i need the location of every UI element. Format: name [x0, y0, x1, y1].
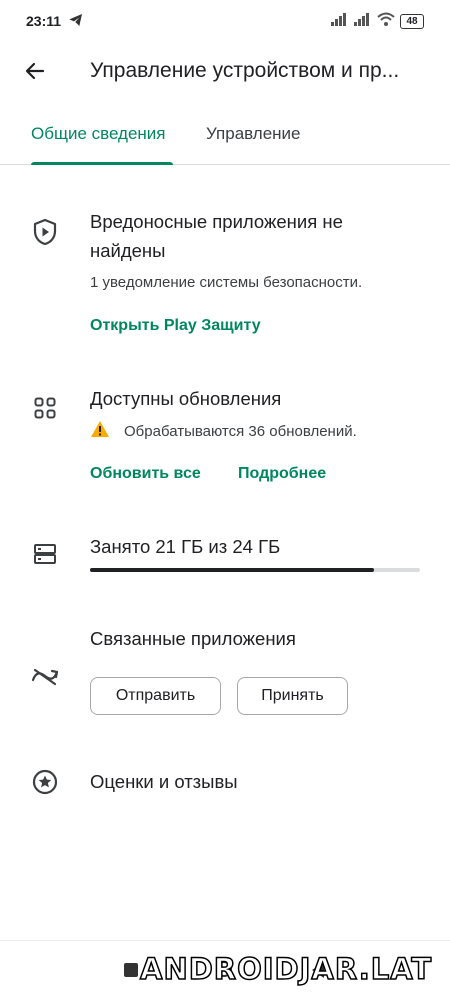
tab-manage[interactable]: Управление [206, 124, 301, 144]
sync-disabled-icon [31, 662, 59, 690]
linked-apps-title: Связанные приложения [90, 628, 296, 649]
ratings-title: Оценки и отзывы [90, 771, 238, 792]
updates-warning-text: Обрабатываются 36 обновлений. [124, 422, 357, 440]
warning-icon [90, 420, 110, 442]
update-all-link[interactable]: Обновить все [90, 465, 201, 483]
arrow-back-icon [23, 59, 47, 88]
star-circle-icon [31, 768, 59, 796]
recents-icon[interactable] [124, 963, 138, 977]
protect-title-line1: Вредоносные приложения не [90, 211, 343, 232]
app-bar: Управление устройством и пр... [0, 44, 450, 100]
storage-progress-fill [90, 568, 374, 572]
updates-section: Доступны обновления Обрабатываются 36 об… [0, 382, 450, 492]
page-title: Управление устройством и пр... [90, 59, 400, 82]
apps-grid-icon [31, 394, 59, 422]
details-link[interactable]: Подробнее [238, 465, 326, 483]
shield-play-icon [31, 218, 59, 246]
protect-subtitle: 1 уведомление системы безопасности. [90, 274, 363, 291]
status-bar: 23:11 48 [0, 0, 450, 44]
ratings-section[interactable]: Оценки и отзывы [0, 765, 450, 805]
play-protect-section: Вредоносные приложения не найдены 1 увед… [0, 200, 450, 350]
tab-overview[interactable]: Общие сведения [31, 124, 166, 144]
telegram-icon [68, 12, 84, 33]
signal-icon [354, 12, 372, 31]
storage-progress-bar [90, 568, 420, 572]
updates-warning: Обрабатываются 36 обновлений. [90, 420, 357, 442]
storage-icon [31, 540, 59, 568]
open-play-protect-link[interactable]: Открыть Play Защиту [90, 317, 261, 335]
back-button[interactable] [18, 56, 52, 90]
status-icons: 48 [331, 12, 424, 31]
protect-title-line2: найдены [90, 240, 166, 261]
storage-section: Занято 21 ГБ из 24 ГБ [0, 530, 450, 580]
watermark: ANDROIDJAR.LAT [139, 951, 433, 987]
updates-title: Доступны обновления [90, 388, 282, 409]
wifi-icon [377, 12, 395, 31]
status-time: 23:11 [26, 13, 62, 29]
tab-active-indicator [31, 162, 173, 165]
storage-text: Занято 21 ГБ из 24 ГБ [90, 536, 281, 557]
signal-icon [331, 12, 349, 31]
receive-button[interactable]: Принять [237, 677, 348, 715]
tab-bar: Общие сведения Управление [0, 110, 450, 165]
send-button[interactable]: Отправить [90, 677, 221, 715]
battery-icon: 48 [400, 14, 424, 29]
linked-apps-section: Связанные приложения Отправить Принять [0, 622, 450, 722]
